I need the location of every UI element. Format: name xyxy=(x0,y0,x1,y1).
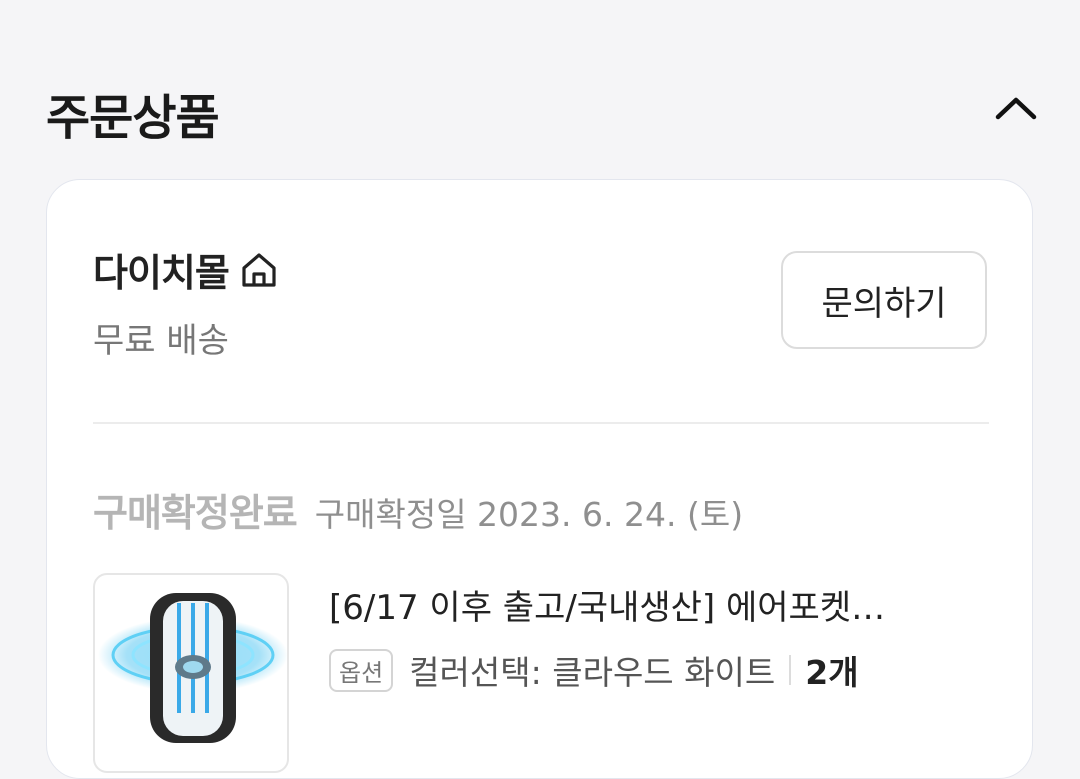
quantity: 2개 xyxy=(805,653,859,692)
collapse-button[interactable] xyxy=(990,88,1042,128)
option-text: 컬러선택: 클라우드 화이트 xyxy=(409,653,776,692)
product-image xyxy=(98,593,287,743)
product-title[interactable]: [6/17 이후 출고/국내생산] 에어포켓… xyxy=(329,580,979,629)
status-label: 구매확정완료 xyxy=(93,491,298,535)
inquiry-button[interactable]: 문의하기 xyxy=(781,251,987,349)
product-thumbnail[interactable] xyxy=(93,573,289,773)
seller-name[interactable]: 다이치몰 xyxy=(93,242,230,297)
home-icon[interactable] xyxy=(239,251,279,289)
option-separator xyxy=(789,655,792,685)
section-title: 주문상품 xyxy=(46,90,220,146)
divider xyxy=(93,422,989,424)
product-option: 옵션 컬러선택: 클라우드 화이트 2개 xyxy=(329,646,859,694)
shipping-info: 무료 배송 xyxy=(93,321,229,361)
confirm-date: 구매확정일 2023. 6. 24. (토) xyxy=(314,495,744,534)
seller-info: 다이치몰 xyxy=(93,242,279,297)
chevron-up-icon xyxy=(995,97,1037,120)
order-status: 구매확정완료 구매확정일 2023. 6. 24. (토) xyxy=(93,482,743,537)
option-badge: 옵션 xyxy=(329,648,394,692)
order-card: 다이치몰 무료 배송 문의하기 구매확정완료 구매확정일 2023. 6. 24… xyxy=(46,179,1033,779)
